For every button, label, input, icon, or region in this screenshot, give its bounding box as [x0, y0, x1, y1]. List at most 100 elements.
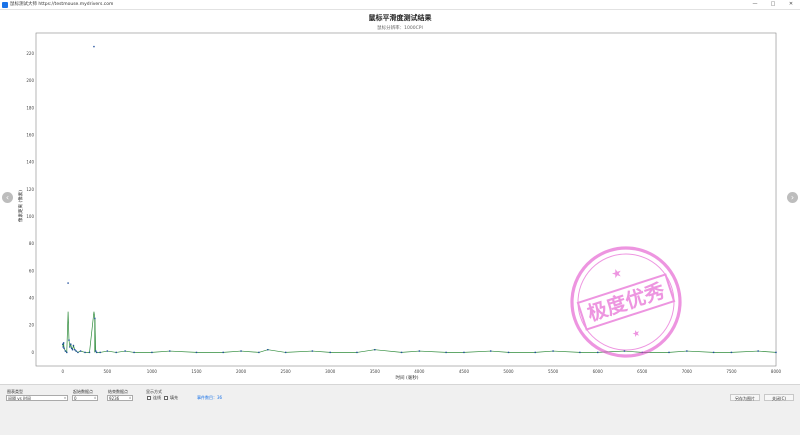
x-axis-label: 时间 (毫秒) [396, 374, 419, 381]
data-point [596, 351, 599, 354]
previous-chart-button[interactable]: ‹ [2, 192, 13, 203]
bar-checkbox-label: 填充 [170, 395, 178, 400]
x-tick-label: 7000 [682, 369, 693, 374]
x-tick-label: 0 [61, 369, 64, 374]
data-point [72, 344, 75, 347]
y-tick-label: 180 [26, 105, 34, 110]
data-point [374, 348, 376, 351]
data-point [418, 350, 421, 352]
data-point [71, 348, 74, 351]
data-point [775, 351, 777, 354]
data-point [93, 45, 95, 48]
data-point [222, 351, 224, 354]
data-point [133, 351, 135, 354]
data-point [84, 351, 86, 354]
data-point [95, 350, 97, 352]
x-tick-label: 5500 [548, 369, 559, 374]
data-point [70, 343, 72, 345]
data-point [66, 351, 68, 354]
line-checkbox[interactable] [147, 396, 151, 400]
data-point [463, 351, 465, 354]
data-point [712, 351, 715, 354]
data-point [329, 351, 331, 354]
y-tick-label: 160 [26, 132, 34, 137]
data-point [62, 342, 65, 344]
y-tick-label: 0 [31, 350, 34, 355]
data-point [124, 350, 126, 352]
end-point-stepper[interactable]: 9236 ⇕ [107, 395, 133, 401]
stepper-arrows-icon[interactable]: ⇕ [93, 396, 97, 400]
x-tick-label: 7500 [726, 369, 737, 374]
x-tick-label: 1500 [191, 369, 202, 374]
chart-subtitle: 鼠标分辨率：1000CPI [377, 24, 423, 31]
close-dialog-button[interactable]: 关闭(C) [764, 394, 794, 401]
x-tick-label: 8000 [771, 369, 782, 374]
smoothness-chart: 0 500 1000 1500 2000 2500 3000 3500 4000 4500 5000… [17, 13, 782, 381]
y-tick-label: 60 [29, 268, 35, 273]
data-point [74, 348, 76, 351]
data-point [63, 347, 65, 350]
x-tick-label: 4000 [414, 369, 425, 374]
chart-type-select[interactable]: 间隔 vs 时间 ▾ [6, 395, 68, 401]
data-point [99, 351, 101, 354]
data-point [75, 350, 77, 352]
y-tick-label: 40 [29, 296, 35, 301]
data-point [730, 351, 733, 354]
data-point [356, 351, 358, 354]
end-point-value: 9236 [109, 396, 120, 401]
data-point [62, 343, 64, 345]
chevron-down-icon: ▾ [64, 396, 66, 400]
data-point [668, 351, 670, 354]
start-point-value: 0 [74, 396, 77, 401]
data-point [69, 346, 71, 348]
data-point [95, 351, 98, 354]
y-tick-label: 100 [26, 214, 34, 219]
plot-area [35, 32, 777, 367]
x-tick-label: 3500 [370, 369, 381, 374]
stepper-arrows-icon[interactable]: ⇕ [128, 396, 132, 400]
x-tick-label: 5000 [503, 369, 514, 374]
data-point [67, 282, 69, 284]
close-button[interactable]: ✕ [782, 0, 800, 9]
maximize-button[interactable]: □ [764, 0, 782, 9]
event-count-link[interactable]: 事件数目：36 [197, 395, 222, 401]
data-point [115, 351, 117, 354]
data-point [62, 346, 64, 348]
data-point [267, 348, 269, 351]
data-point [311, 350, 314, 352]
minimize-button[interactable]: — [746, 0, 764, 9]
data-point [623, 350, 626, 352]
y-tick-label: 200 [26, 78, 34, 83]
y-tick-label: 140 [26, 160, 34, 165]
data-point [579, 351, 581, 354]
x-tick-label: 4500 [459, 369, 470, 374]
control-bar: 图表类型 间隔 vs 时间 ▾ 起始数据点 0 ⇕ 结束数据点 9236 ⇕ 显… [0, 384, 800, 435]
data-point [94, 317, 96, 320]
x-tick-label: 1000 [147, 369, 158, 374]
data-point [64, 350, 67, 352]
x-tick-label: 500 [104, 369, 112, 374]
y-axis-label: 像素距离 (像素) [17, 190, 24, 222]
data-point [552, 350, 554, 352]
data-point [70, 347, 73, 350]
data-point [169, 350, 171, 352]
save-image-button[interactable]: 另存为图片 [730, 394, 760, 401]
window-title: 鼠标测试大师 https://testmouse.mydrivers.com [10, 2, 114, 7]
line-checkbox-label: 连线 [153, 395, 161, 400]
start-point-stepper[interactable]: 0 ⇕ [72, 395, 98, 401]
x-tick-label: 6000 [593, 369, 604, 374]
data-point [258, 351, 260, 354]
data-point [489, 350, 492, 352]
data-point [400, 351, 403, 354]
data-point [195, 351, 198, 354]
bar-checkbox[interactable] [164, 396, 168, 400]
data-point [68, 339, 70, 341]
next-chart-button[interactable]: › [787, 192, 798, 203]
data-point [151, 351, 153, 354]
chart-axes: 0 500 1000 1500 2000 2500 3000 3500 4000 4500 5000… [26, 32, 782, 374]
chart-title: 鼠标平滑度测试结果 [369, 13, 432, 22]
app-logo-icon [2, 1, 8, 8]
y-tick-label: 80 [29, 241, 35, 246]
data-point [88, 351, 91, 354]
y-tick-label: 220 [26, 51, 34, 56]
